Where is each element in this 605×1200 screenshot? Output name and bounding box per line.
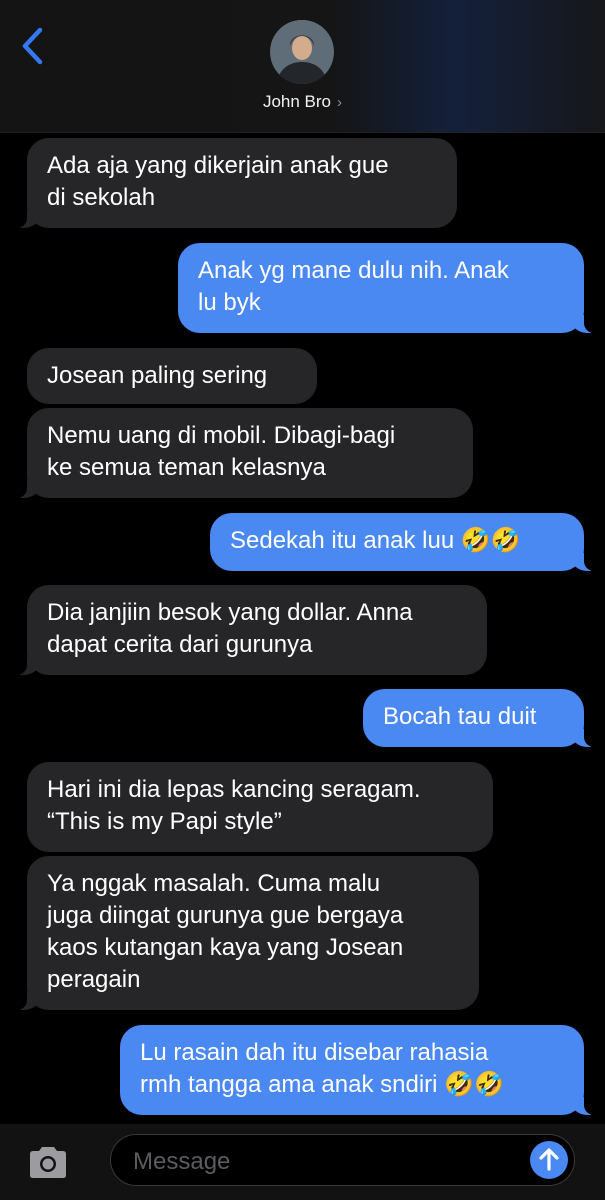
conversation-header: John Bro ›: [0, 0, 605, 133]
message-bubble-incoming[interactable]: Nemu uang di mobil. Dibagi-bagi ke semua…: [7, 408, 473, 498]
message-bubble-incoming[interactable]: Dia janjiin besok yang dollar. Anna dapa…: [7, 585, 487, 675]
message-input[interactable]: Message: [110, 1134, 575, 1186]
message-input-placeholder: Message: [133, 1148, 231, 1175]
message-bubble-incoming[interactable]: Ada aja yang dikerjain anak gue di sekol…: [7, 138, 457, 228]
camera-icon[interactable]: [26, 1144, 70, 1180]
contact-avatar[interactable]: [270, 20, 334, 84]
message-bubble-outgoing[interactable]: Lu rasain dah itu disebar rahasia rmh ta…: [120, 1025, 604, 1115]
message-composer: Message: [0, 1124, 605, 1200]
message-bubble-incoming[interactable]: Josean paling sering: [27, 348, 317, 404]
message-bubble-outgoing[interactable]: Anak yg mane dulu nih. Anak lu byk: [178, 243, 604, 333]
contact-name-button[interactable]: John Bro ›: [0, 92, 605, 112]
message-bubble-incoming[interactable]: Hari ini dia lepas kancing seragam. “Thi…: [27, 762, 493, 852]
send-arrow-icon[interactable]: [530, 1141, 568, 1179]
contact-name: John Bro: [262, 92, 332, 111]
message-bubble-outgoing[interactable]: Sedekah itu anak luu 🤣🤣: [210, 513, 604, 571]
chevron-right-icon: ›: [337, 94, 343, 111]
message-bubble-outgoing[interactable]: Bocah tau duit: [363, 689, 604, 747]
message-bubble-incoming[interactable]: Ya nggak masalah. Cuma malu juga diingat…: [7, 856, 479, 1010]
back-chevron-icon[interactable]: [18, 26, 48, 66]
